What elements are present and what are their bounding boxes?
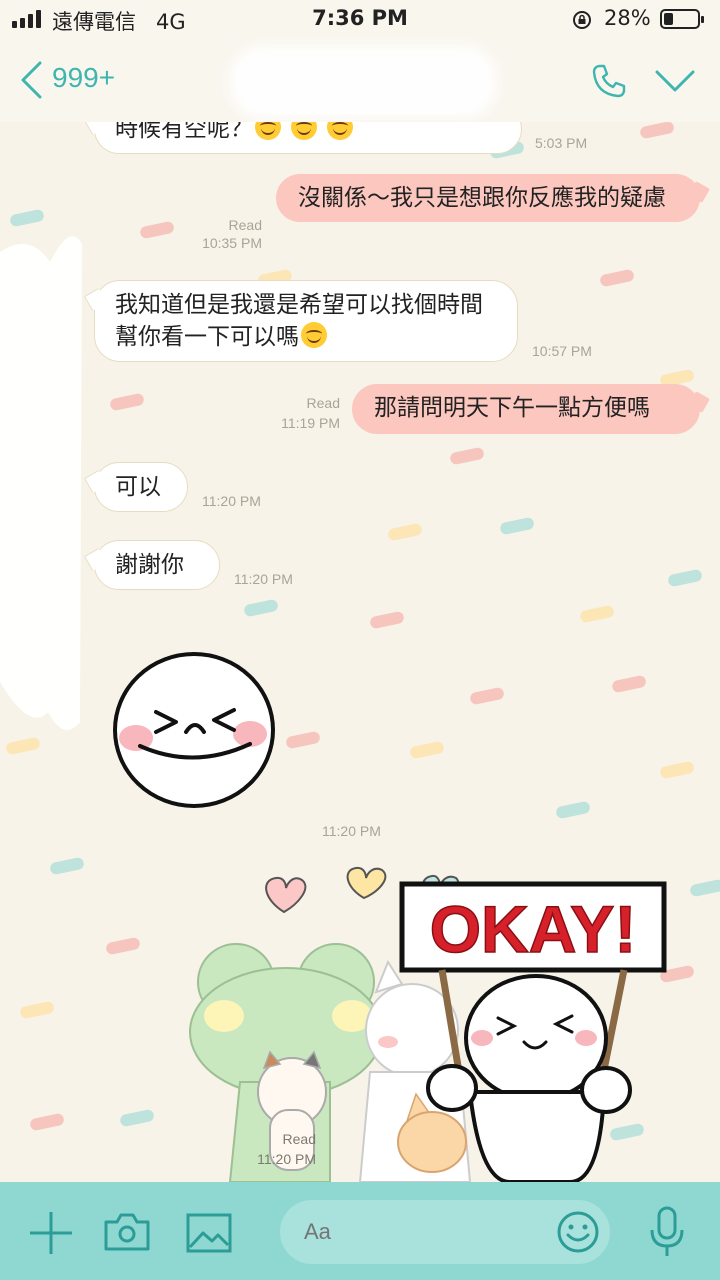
background-decoration — [19, 1000, 55, 1020]
contact-name-redacted — [238, 54, 488, 110]
background-decoration — [409, 740, 445, 760]
microphone-icon[interactable] — [648, 1206, 686, 1258]
smile-emoji-icon — [255, 122, 281, 140]
background-decoration — [599, 268, 635, 288]
phone-icon[interactable] — [590, 62, 628, 100]
redaction-smear — [0, 236, 82, 730]
message-time: 5:03 PM — [535, 135, 588, 151]
camera-icon[interactable] — [103, 1212, 151, 1252]
smile-emoji-icon — [327, 122, 353, 140]
okay-sign-text: OKAY! — [430, 892, 637, 966]
battery-icon — [660, 9, 704, 29]
background-decoration — [109, 392, 145, 412]
read-receipt: Read — [228, 217, 262, 233]
background-decoration — [285, 730, 321, 750]
background-decoration — [659, 760, 695, 780]
background-decoration — [611, 674, 647, 694]
message-time: 10:35 PM — [202, 235, 262, 251]
background-decoration — [387, 522, 423, 542]
chevron-down-icon[interactable] — [654, 68, 696, 94]
rotation-lock-icon — [573, 11, 591, 29]
background-decoration — [555, 800, 591, 820]
plus-icon[interactable] — [28, 1210, 74, 1256]
message-bubble-incoming[interactable]: 時候有空呢？ — [94, 122, 522, 154]
message-bubble-outgoing[interactable]: 那請問明天下午一點方便嗎 — [352, 384, 700, 434]
battery-percent: 28% — [604, 6, 651, 30]
message-time: 11:20 PM — [202, 493, 261, 509]
unread-count[interactable]: 999+ — [52, 62, 115, 94]
smile-emoji-icon — [291, 122, 317, 140]
background-decoration — [667, 568, 703, 588]
image-icon[interactable] — [186, 1213, 232, 1253]
message-time: 11:20 PM — [322, 823, 381, 839]
read-receipt: Read — [282, 1131, 316, 1147]
message-bubble-incoming[interactable]: 可以 — [94, 462, 188, 512]
background-decoration — [139, 220, 175, 240]
laughing-face-sticker[interactable] — [110, 650, 280, 810]
background-decoration — [579, 604, 615, 624]
message-time: 10:57 PM — [532, 343, 592, 359]
background-decoration — [689, 878, 720, 898]
smile-emoji-icon — [301, 322, 327, 348]
background-decoration — [499, 516, 535, 536]
background-decoration — [105, 936, 141, 956]
message-time: 11:19 PM — [281, 415, 340, 431]
message-time: 11:20 PM — [234, 571, 293, 587]
background-decoration — [449, 446, 485, 466]
back-chevron-icon[interactable] — [18, 60, 44, 100]
message-bubble-outgoing[interactable]: 沒關係～我只是想跟你反應我的疑慮 — [276, 174, 700, 222]
background-decoration — [29, 1112, 65, 1132]
message-bubble-incoming[interactable]: 謝謝你 — [94, 540, 220, 590]
message-input-bar — [0, 1182, 720, 1280]
message-bubble-incoming[interactable]: 我知道但是我還是希望可以找個時間幫你看一下可以嗎 — [94, 280, 518, 362]
background-decoration — [119, 1108, 155, 1128]
emoji-icon[interactable] — [556, 1210, 600, 1254]
status-bar: 遠傳電信 4G 7:36 PM 28% — [0, 0, 720, 40]
background-decoration — [49, 856, 85, 876]
background-decoration — [243, 598, 279, 618]
background-decoration — [469, 686, 505, 706]
chat-area[interactable]: 時候有空呢？ 5:03 PM Read 10:35 PM 沒關係～我只是想跟你反… — [0, 122, 720, 1182]
chat-header: 999+ — [0, 40, 720, 123]
background-decoration — [369, 610, 405, 630]
read-receipt: Read — [306, 395, 340, 411]
background-decoration — [639, 122, 675, 140]
message-time: 11:20 PM — [257, 1151, 316, 1167]
